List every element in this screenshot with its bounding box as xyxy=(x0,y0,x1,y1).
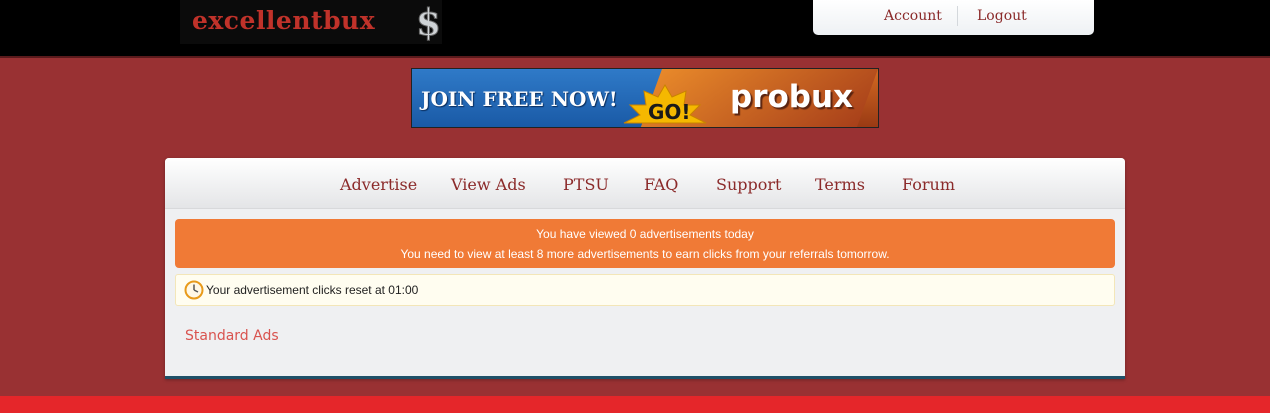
account-menu-divider xyxy=(957,6,958,26)
account-link[interactable]: Account xyxy=(884,8,942,24)
main-panel: Advertise View Ads PTSU FAQ Support Term… xyxy=(165,158,1125,379)
nav-item-ptsu[interactable]: PTSU xyxy=(563,175,609,194)
account-menu: Account Logout xyxy=(813,0,1094,35)
reset-notice-text: Your advertisement clicks reset at 01:00 xyxy=(206,283,419,297)
banner-go-text: GO! xyxy=(648,100,691,124)
nav-item-view-ads[interactable]: View Ads xyxy=(451,175,526,194)
logo-symbol: $ xyxy=(416,2,441,42)
clock-icon xyxy=(184,280,204,300)
dollar-logo-icon: $ xyxy=(416,2,442,42)
logout-link[interactable]: Logout xyxy=(977,8,1027,24)
nav-item-support[interactable]: Support xyxy=(716,175,781,194)
nav-item-terms[interactable]: Terms xyxy=(815,175,865,194)
footer-strip xyxy=(0,396,1270,413)
banner-brand-text: probux xyxy=(730,79,854,115)
banner-join-text: JOIN FREE NOW! xyxy=(421,87,618,111)
main-nav: Advertise View Ads PTSU FAQ Support Term… xyxy=(165,158,1125,209)
reset-notice: Your advertisement clicks reset at 01:00 xyxy=(175,274,1115,306)
probux-banner-ad[interactable]: JOIN FREE NOW! GO! probux xyxy=(411,68,879,128)
nav-item-advertise[interactable]: Advertise xyxy=(340,175,417,194)
logo-text[interactable]: excellentbux xyxy=(192,6,375,35)
nav-item-forum[interactable]: Forum xyxy=(902,175,955,194)
alert-line-requirement: You need to view at least 8 more adverti… xyxy=(400,247,890,261)
alert-line-viewed: You have viewed 0 advertisements today xyxy=(536,227,754,241)
views-alert: You have viewed 0 advertisements today Y… xyxy=(175,219,1115,268)
nav-item-faq[interactable]: FAQ xyxy=(644,175,678,194)
standard-ads-link[interactable]: Standard Ads xyxy=(185,328,279,344)
